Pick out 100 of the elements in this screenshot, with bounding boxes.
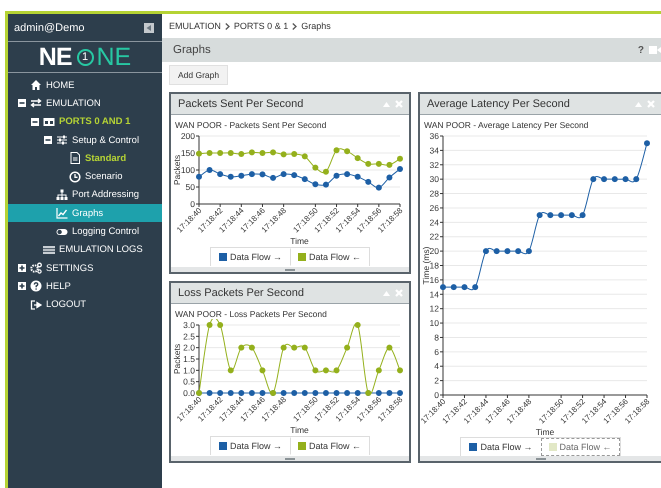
sidebar-item[interactable]: HELP	[8, 277, 162, 296]
y-tick-label: 6	[434, 346, 439, 357]
chart-title: WAN POOR - Packets Sent Per Second	[175, 120, 326, 130]
close-icon[interactable]	[395, 100, 403, 108]
resize-handle[interactable]	[171, 267, 409, 272]
sidebar-item[interactable]: LOGOUT	[8, 296, 162, 314]
data-point	[580, 212, 586, 218]
data-point	[494, 248, 500, 254]
ports-icon	[43, 116, 55, 128]
data-point	[291, 344, 298, 351]
data-point	[312, 367, 318, 374]
data-point	[228, 150, 234, 156]
data-point	[376, 390, 382, 396]
sidebar-item[interactable]: Port Addressing	[8, 186, 162, 204]
help-link[interactable]: ?	[638, 44, 644, 56]
legend-item[interactable]: Data Flow ←	[290, 248, 370, 266]
sitemap-icon	[56, 188, 68, 201]
data-point	[365, 160, 372, 167]
data-point	[601, 176, 608, 182]
data-point	[482, 248, 489, 254]
legend-item[interactable]: Data Flow →	[210, 248, 290, 266]
data-point	[386, 344, 392, 351]
data-point	[217, 322, 224, 328]
y-tick-label: 200	[180, 131, 195, 141]
resize-handle[interactable]	[171, 456, 409, 461]
expand-toggle[interactable]	[18, 264, 26, 272]
y-tick-label: 100	[180, 165, 195, 175]
sidebar-item[interactable]: EMULATION LOGS	[8, 240, 162, 259]
y-tick-label: 10	[430, 318, 439, 328]
video-icon[interactable]	[649, 46, 661, 54]
close-icon[interactable]	[647, 100, 655, 108]
y-tick-label: 14	[430, 289, 439, 300]
data-point	[397, 390, 403, 396]
data-point	[312, 164, 318, 171]
data-point	[259, 390, 266, 396]
collapse-sidebar-button[interactable]	[144, 22, 154, 32]
x-axis-title: Time	[290, 236, 309, 246]
sign-out-icon	[30, 298, 42, 311]
y-tick-label: 16	[430, 274, 439, 285]
legend-item[interactable]: Data Flow ←	[290, 437, 370, 455]
sidebar-item[interactable]: EMULATION	[8, 94, 162, 113]
chevron-icon	[292, 22, 298, 30]
data-point	[196, 150, 202, 157]
caret-up-icon[interactable]	[635, 102, 642, 106]
data-point	[376, 160, 382, 167]
resize-handle[interactable]	[420, 456, 661, 461]
y-tick-label: 150	[180, 148, 195, 158]
caret-up-icon[interactable]	[383, 290, 390, 296]
add-graph-button[interactable]: Add Graph	[169, 65, 228, 85]
data-point	[622, 176, 629, 182]
data-point	[206, 322, 213, 328]
sidebar-item[interactable]: Setup & Control	[8, 130, 162, 150]
y-tick-label: 0.0	[183, 388, 195, 398]
y-axis-title: Packets	[172, 154, 182, 186]
data-point	[302, 176, 308, 182]
gears-icon	[30, 262, 42, 274]
y-tick-label: 3.0	[183, 320, 195, 330]
y-tick-label: 18	[430, 260, 439, 270]
y-axis	[196, 136, 200, 204]
data-point	[558, 212, 564, 218]
breadcrumb-link[interactable]: PORTS 0 & 1	[234, 21, 288, 31]
clock-icon	[69, 170, 81, 183]
y-tick-label: 32	[430, 160, 439, 170]
data-point	[312, 181, 318, 188]
sidebar-item[interactable]: Scenario	[8, 167, 162, 186]
expand-toggle[interactable]	[18, 282, 26, 290]
sidebar-item[interactable]: Standard	[8, 149, 162, 168]
legend-item[interactable]: Data Flow →	[461, 438, 540, 456]
sidebar-item[interactable]: SETTINGS	[8, 258, 162, 278]
data-point	[633, 176, 640, 182]
data-point	[472, 284, 478, 290]
y-tick-label: 28	[430, 188, 439, 199]
data-point	[397, 367, 403, 374]
panel-title: Packets Sent Per Second	[178, 98, 304, 110]
sidebar-item[interactable]: PORTS 0 AND 1	[8, 112, 162, 131]
legend-item[interactable]: Data Flow →	[210, 437, 290, 455]
y-tick-label: 2	[434, 376, 439, 386]
user-name: admin@Demo	[14, 22, 84, 34]
sidebar-item[interactable]: HOME	[8, 76, 162, 94]
sidebar-item[interactable]: Logging Control	[8, 222, 162, 241]
y-tick-label: 30	[430, 174, 439, 184]
data-point	[291, 390, 298, 396]
data-point	[334, 172, 340, 179]
data-point	[322, 367, 329, 374]
data-point	[302, 344, 308, 351]
y-tick-label: 1.0	[183, 365, 195, 376]
data-point	[259, 171, 266, 178]
breadcrumb-link[interactable]: Graphs	[301, 21, 331, 31]
close-icon[interactable]	[395, 289, 403, 297]
data-point	[344, 344, 350, 351]
data-point	[196, 174, 202, 180]
breadcrumb-link[interactable]: EMULATION	[169, 21, 221, 31]
data-point	[206, 150, 213, 156]
data-point	[248, 149, 255, 156]
data-point	[248, 344, 255, 351]
panel-title: Loss Packets Per Second	[178, 287, 304, 299]
caret-up-icon[interactable]	[383, 102, 390, 106]
data-point	[568, 212, 575, 218]
data-point	[334, 390, 340, 396]
data-point	[291, 172, 298, 178]
